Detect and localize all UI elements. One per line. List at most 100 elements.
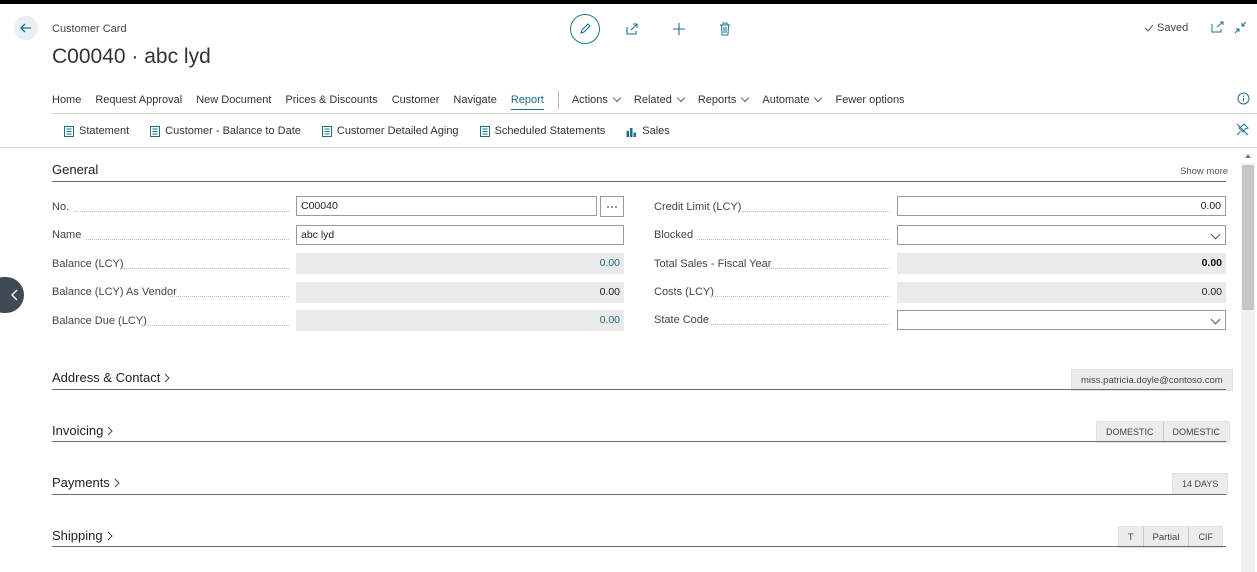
- delete-button[interactable]: [715, 19, 735, 39]
- address-section-title[interactable]: Address & Contact: [52, 370, 171, 385]
- address-summary: miss.patricia.doyle@contoso.com: [1071, 369, 1233, 391]
- leader-dots: [170, 295, 289, 297]
- field-label-name: Name: [52, 229, 82, 241]
- chevron-down-icon: [1210, 314, 1221, 325]
- report-bar-divider: [0, 147, 1257, 148]
- action-related-dropdown[interactable]: Related: [634, 91, 684, 109]
- report-icon: [150, 125, 161, 137]
- action-automate-dropdown[interactable]: Automate: [762, 91, 821, 109]
- show-more-link[interactable]: Show more: [1180, 166, 1228, 177]
- costs-value: 0.00: [897, 282, 1226, 303]
- saved-label: Saved: [1157, 22, 1189, 34]
- report-customer-balance-to-date[interactable]: Customer - Balance to Date: [150, 125, 301, 137]
- report-icon: [64, 125, 74, 137]
- sales-chart-icon: [626, 127, 637, 137]
- trash-icon: [720, 22, 730, 36]
- shipping-section-rule: [52, 546, 1226, 547]
- action-request-approval[interactable]: Request Approval: [95, 91, 182, 109]
- leader-dots: [766, 267, 890, 269]
- scrollbar-thumb[interactable]: [1242, 165, 1254, 310]
- invoicing-pill: DOMESTIC: [1106, 427, 1154, 437]
- chevron-right-icon: [107, 531, 113, 540]
- chevron-down-icon: [1210, 229, 1221, 240]
- balance-value[interactable]: 0.00: [296, 253, 624, 274]
- action-home[interactable]: Home: [52, 91, 81, 109]
- payments-section-title[interactable]: Payments: [52, 475, 120, 490]
- scroll-up-button[interactable]: [1241, 151, 1255, 161]
- saved-status: Saved: [1144, 22, 1188, 34]
- report-detailed-aging-label: Customer Detailed Aging: [336, 125, 459, 137]
- invoicing-section-title[interactable]: Invoicing: [52, 423, 114, 438]
- field-label-balance-as-vendor: Balance (LCY) As Vendor: [52, 286, 177, 298]
- payments-pill: 14 DAYS: [1182, 479, 1219, 489]
- report-statement-label: Statement: [79, 125, 130, 137]
- leader-dots: [742, 210, 890, 212]
- invoicing-title: Invoicing: [52, 423, 104, 438]
- plus-icon: [673, 23, 685, 35]
- new-button[interactable]: [669, 19, 689, 39]
- invoicing-summary: DOMESTIC DOMESTIC: [1096, 421, 1231, 443]
- action-prices-discounts[interactable]: Prices & Discounts: [285, 91, 377, 109]
- report-scheduled-statements[interactable]: Scheduled Statements: [479, 125, 605, 137]
- field-label-credit-limit: Credit Limit (LCY): [654, 201, 742, 213]
- address-section-rule: [52, 389, 1226, 390]
- chevron-right-icon: [165, 373, 171, 382]
- no-lookup-button[interactable]: [600, 196, 624, 217]
- general-title: General: [52, 162, 99, 177]
- name-field[interactable]: abc lyd: [296, 225, 624, 245]
- general-section-title[interactable]: General: [52, 162, 98, 177]
- chevron-right-icon: [107, 426, 114, 435]
- ellipsis-icon: [607, 205, 617, 208]
- shipping-pill: T: [1128, 532, 1134, 542]
- top-bar: [0, 0, 1257, 4]
- no-field[interactable]: C00040: [296, 196, 597, 216]
- report-icon: [321, 125, 332, 137]
- window-controls: [1211, 21, 1247, 37]
- report-statement[interactable]: Statement: [64, 125, 129, 137]
- field-label-no: No.: [52, 201, 70, 213]
- action-actions-dropdown[interactable]: Actions: [572, 91, 620, 109]
- leader-dots: [697, 238, 890, 240]
- side-panel-toggle[interactable]: [0, 277, 24, 313]
- leader-dots: [711, 295, 890, 297]
- report-customer-detailed-aging[interactable]: Customer Detailed Aging: [321, 125, 459, 137]
- leader-dots: [121, 267, 289, 269]
- edit-button[interactable]: [570, 14, 600, 44]
- shipping-section-title[interactable]: Shipping: [52, 528, 113, 543]
- total-sales-value: 0.00: [897, 253, 1226, 274]
- arrow-left-icon: [20, 23, 31, 33]
- fewer-options-button[interactable]: Fewer options: [835, 91, 904, 109]
- share-button[interactable]: [622, 19, 642, 39]
- info-button[interactable]: [1237, 92, 1250, 108]
- report-icon: [479, 125, 490, 137]
- credit-limit-field[interactable]: 0.00: [897, 196, 1226, 216]
- back-button[interactable]: [14, 16, 38, 40]
- unpin-icon: [1236, 123, 1249, 136]
- shipping-title: Shipping: [52, 528, 103, 543]
- leader-dots: [86, 238, 289, 240]
- balance-due-value[interactable]: 0.00: [296, 310, 624, 331]
- report-sales[interactable]: Sales: [626, 125, 670, 137]
- field-label-total-sales: Total Sales - Fiscal Year: [654, 258, 772, 270]
- payments-summary: 14 DAYS: [1172, 473, 1229, 495]
- blocked-select[interactable]: [897, 225, 1226, 245]
- open-new-window-button[interactable]: [1211, 21, 1224, 37]
- field-label-blocked: Blocked: [654, 229, 694, 241]
- collapse-arrows-icon: [1234, 21, 1247, 34]
- payments-section-rule: [52, 494, 1226, 495]
- pin-button[interactable]: [1236, 123, 1249, 139]
- action-report[interactable]: Report: [510, 91, 544, 110]
- action-navigate[interactable]: Navigate: [453, 91, 496, 109]
- leader-dots: [711, 323, 890, 325]
- state-code-select[interactable]: [897, 310, 1226, 330]
- action-reports-dropdown[interactable]: Reports: [698, 91, 749, 109]
- chevron-left-icon: [11, 289, 18, 301]
- action-bar-divider: [52, 113, 1257, 114]
- collapse-button[interactable]: [1234, 21, 1247, 37]
- address-email-pill: miss.patricia.doyle@contoso.com: [1081, 374, 1223, 386]
- leader-dots: [141, 324, 289, 326]
- action-customer[interactable]: Customer: [392, 91, 440, 109]
- action-new-document[interactable]: New Document: [196, 91, 271, 109]
- pencil-icon: [580, 23, 591, 34]
- action-separator: [557, 91, 559, 109]
